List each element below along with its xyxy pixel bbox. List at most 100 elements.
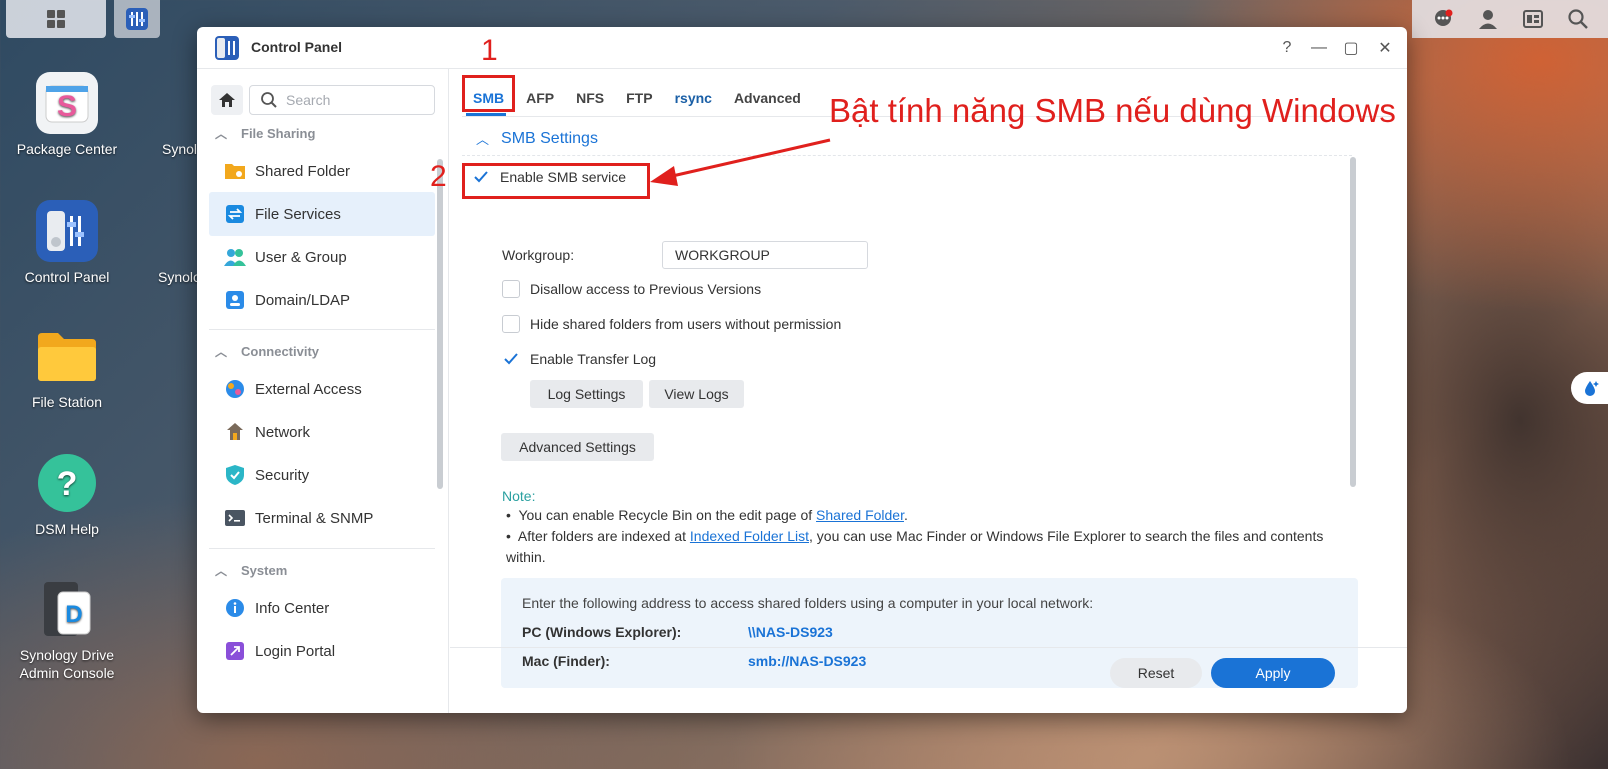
sidebar-item-security[interactable]: Security — [209, 453, 435, 497]
mac-address-label: Mac (Finder): — [522, 653, 610, 669]
drive-icon: D — [36, 578, 98, 640]
help-button[interactable]: ? — [1275, 36, 1299, 60]
desktop-icon-package-center[interactable]: S Package Center — [10, 72, 124, 158]
section-system[interactable]: ︿ System — [215, 562, 287, 579]
workgroup-input[interactable]: WORKGROUP — [662, 241, 868, 269]
minimize-button[interactable]: — — [1307, 36, 1331, 60]
sidebar-item-external-access[interactable]: External Access — [209, 367, 435, 411]
maximize-button[interactable]: ▢ — [1339, 36, 1363, 60]
enable-transfer-log-checkbox[interactable]: Enable Transfer Log — [502, 350, 656, 368]
desktop-icon-control-panel[interactable]: Control Panel — [10, 200, 124, 286]
sidebar-item-user-group[interactable]: User & Group — [209, 235, 435, 279]
control-panel-icon — [126, 8, 148, 30]
sidebar-divider — [209, 548, 435, 549]
sidebar-item-file-services[interactable]: File Services — [209, 192, 435, 236]
reset-button[interactable]: Reset — [1110, 658, 1202, 688]
file-services-icon — [223, 202, 247, 226]
hide-shared-folders-checkbox[interactable]: Hide shared folders from users without p… — [502, 315, 841, 333]
droplet-icon — [1585, 381, 1599, 396]
disallow-previous-versions-checkbox[interactable]: Disallow access to Previous Versions — [502, 280, 761, 298]
chevron-up-icon: ︿ — [476, 132, 490, 147]
help-icon: ? — [36, 452, 98, 514]
external-access-icon — [223, 377, 247, 401]
desktop-icon-label: File Station — [31, 394, 103, 410]
svg-text:D: D — [65, 601, 82, 628]
svg-text:?: ? — [57, 465, 78, 503]
sidebar-item-shared-folder[interactable]: Shared Folder — [209, 149, 435, 193]
log-settings-button[interactable]: Log Settings — [530, 380, 643, 408]
pc-address-value: \\NAS-DS923 — [748, 624, 833, 640]
folder-icon — [36, 325, 98, 387]
info-icon — [223, 596, 247, 620]
desktop-icon-label: Synology Drive Admin Console — [19, 647, 115, 681]
close-button[interactable]: ✕ — [1373, 36, 1397, 60]
sidebar-item-network[interactable]: Network — [209, 410, 435, 454]
chevron-up-icon: ︿ — [215, 564, 228, 578]
sidebar-scrollbar[interactable] — [437, 159, 443, 489]
note-bullet-1: • You can enable Recycle Bin on the edit… — [506, 507, 908, 523]
sidebar-item-info-center[interactable]: Info Center — [209, 586, 435, 630]
address-intro: Enter the following address to access sh… — [522, 595, 1094, 611]
mac-address-value: smb://NAS-DS923 — [748, 653, 867, 669]
sidebar-divider — [209, 329, 435, 330]
section-file-sharing[interactable]: ︿ File Sharing — [215, 125, 315, 142]
control-panel-icon — [215, 36, 239, 60]
desktop-icon-partial-label: Synol — [162, 141, 198, 157]
sidebar-item-login-portal[interactable]: Login Portal — [209, 629, 435, 673]
network-icon — [223, 420, 247, 444]
annotation-box-enable-smb — [462, 163, 650, 199]
checkmark-icon — [502, 350, 520, 368]
shared-folder-link[interactable]: Shared Folder — [816, 507, 904, 523]
package-center-icon: S — [36, 72, 98, 134]
grid-icon — [47, 10, 65, 28]
notification-icon[interactable] — [1428, 4, 1458, 34]
section-connectivity[interactable]: ︿ Connectivity — [215, 343, 319, 360]
user-icon[interactable] — [1473, 4, 1503, 34]
shield-icon — [223, 463, 247, 487]
note-label: Note: — [502, 488, 536, 504]
annotation-callout-text: Bật tính năng SMB nếu dùng Windows — [829, 92, 1396, 129]
content-scrollbar[interactable] — [1350, 157, 1356, 487]
search-placeholder: Search — [286, 92, 331, 108]
shared-folder-icon — [223, 159, 247, 183]
desktop-icon-file-station[interactable]: File Station — [10, 325, 124, 411]
widgets-icon[interactable] — [1518, 4, 1548, 34]
taskbar-tray — [1412, 0, 1608, 38]
workgroup-label: Workgroup: — [502, 247, 575, 263]
desktop-icon-label: DSM Help — [35, 521, 99, 537]
sidebar-item-terminal-snmp[interactable]: Terminal & SNMP — [209, 496, 435, 540]
section-divider — [462, 155, 1352, 156]
tab-rsync[interactable]: rsync — [664, 83, 723, 113]
note-bullet-2: • After folders are indexed at Indexed F… — [506, 528, 1324, 565]
terminal-icon — [223, 506, 247, 530]
footer-divider — [450, 647, 1407, 648]
advanced-settings-button[interactable]: Advanced Settings — [501, 433, 654, 461]
tab-afp[interactable]: AFP — [515, 83, 565, 113]
domain-ldap-icon — [223, 288, 247, 312]
apply-button[interactable]: Apply — [1211, 658, 1335, 688]
search-input[interactable]: Search — [249, 85, 435, 115]
taskbar-control-panel[interactable] — [114, 0, 160, 38]
window-title: Control Panel — [251, 39, 343, 55]
tab-nfs[interactable]: NFS — [565, 83, 615, 113]
tab-advanced[interactable]: Advanced — [723, 83, 812, 113]
annotation-arrow-icon — [650, 138, 831, 186]
tab-ftp[interactable]: FTP — [615, 83, 663, 113]
side-assistant-button[interactable] — [1571, 372, 1608, 404]
smb-settings-header[interactable]: ︿ SMB Settings — [476, 129, 598, 148]
desktop-icon-drive-admin[interactable]: D Synology Drive Admin Console — [10, 578, 124, 682]
window-titlebar[interactable]: Control Panel ? — ▢ ✕ — [197, 27, 1407, 69]
view-logs-button[interactable]: View Logs — [649, 380, 744, 408]
indexed-folder-list-link[interactable]: Indexed Folder List — [690, 528, 809, 544]
desktop-icon-dsm-help[interactable]: ? DSM Help — [10, 452, 124, 538]
main-menu-button[interactable] — [6, 0, 106, 38]
home-button[interactable] — [211, 85, 243, 115]
search-icon[interactable] — [1563, 4, 1593, 34]
desktop-icon-label: Control Panel — [24, 269, 110, 285]
sidebar-item-domain-ldap[interactable]: Domain/LDAP — [209, 278, 435, 322]
annotation-box-smb-tab — [462, 75, 515, 112]
svg-text:S: S — [57, 90, 77, 123]
login-portal-icon — [223, 639, 247, 663]
desktop-icon-label: Package Center — [16, 141, 118, 157]
user-group-icon — [223, 245, 247, 269]
